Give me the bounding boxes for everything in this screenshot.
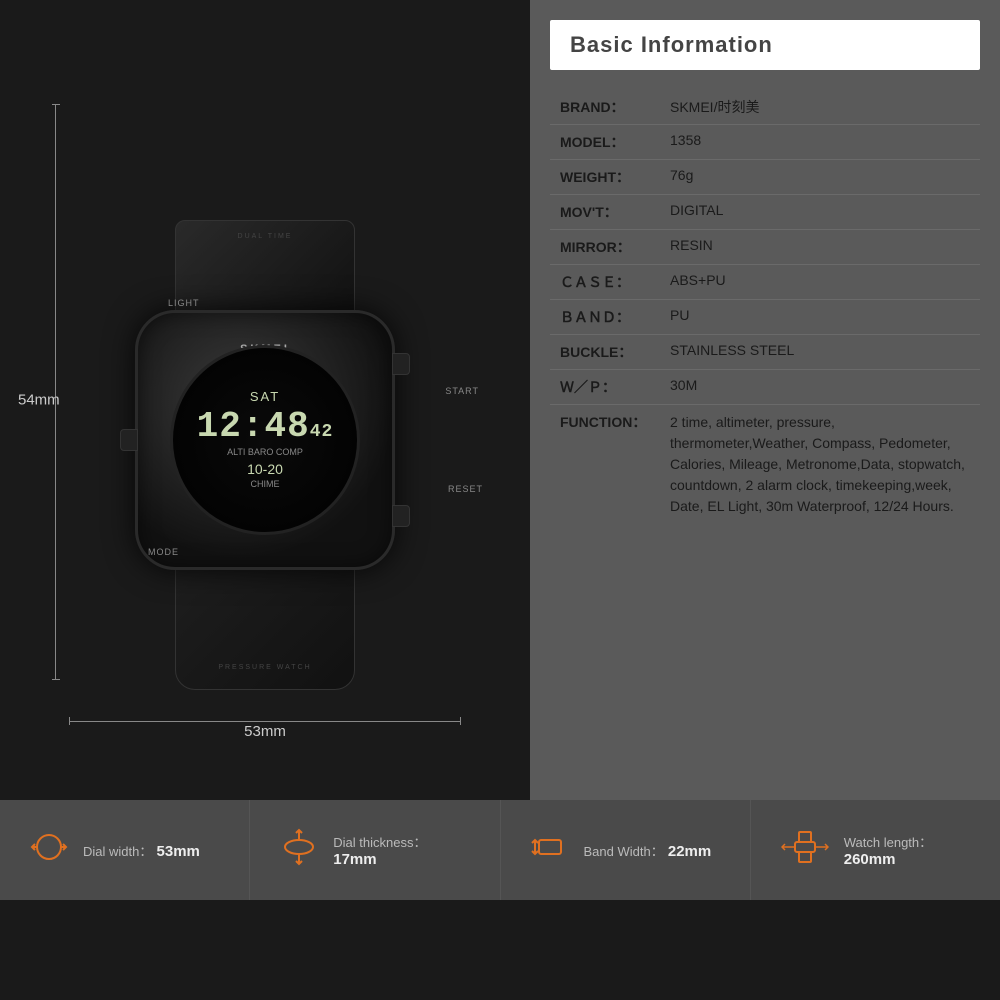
watch-case: SKMEI START RESET LIGHT MODE (135, 310, 395, 570)
watch-face: SAT 12:4842 ALTI BARO COMP 10-20 CHIME (170, 345, 360, 535)
info-value-4: RESIN (670, 237, 970, 253)
main-container: 54mm 53mm DUAL TIME SKMEI (0, 0, 1000, 1000)
spec-band-width-text: Band Width： 22mm (584, 841, 712, 860)
info-value-5: ABS+PU (670, 272, 970, 288)
crown-button-reset: RESET (392, 505, 410, 527)
spec-dial-thickness-text: Dial thickness： 17mm (333, 832, 469, 868)
info-value-2: 76g (670, 167, 970, 183)
start-label: START (445, 386, 479, 396)
specs-row: Dial width： 53mm (0, 800, 1000, 900)
info-value-6: PU (670, 307, 970, 323)
spec-dial-thickness: Dial thickness： 17mm (250, 800, 500, 900)
strap-top-text: DUAL TIME (238, 233, 293, 240)
info-row-8: Ｗ／Ｐ：30M (550, 370, 980, 405)
crown-button-start: START (392, 353, 410, 375)
info-key-1: MODEL： (560, 132, 670, 152)
info-key-6: ＢＡＮＤ： (560, 307, 670, 327)
bottom-section: Dial width： 53mm (0, 800, 1000, 1000)
watch-area: 54mm 53mm DUAL TIME SKMEI (0, 0, 530, 800)
spec-dial-width: Dial width： 53mm (0, 800, 250, 900)
info-row-4: MIRROR：RESIN (550, 230, 980, 265)
info-row-1: MODEL：1358 (550, 125, 980, 160)
watch-body: DUAL TIME SKMEI START RESET LIGHT (115, 220, 415, 600)
watch-chime: CHIME (197, 480, 334, 490)
info-title: Basic Information (570, 32, 960, 58)
mode-label: MODE (148, 547, 179, 557)
info-row-0: BRAND：SKMEI/时刻美 (550, 90, 980, 125)
strap-top: DUAL TIME (175, 220, 355, 320)
info-row-9: FUNCTION：2 time, altimeter, pressure, th… (550, 405, 980, 524)
info-key-9: FUNCTION： (560, 412, 670, 432)
watch-visual: DUAL TIME SKMEI START RESET LIGHT (55, 60, 475, 740)
info-row-2: WEIGHT：76g (550, 160, 980, 195)
info-value-8: 30M (670, 377, 970, 393)
watch-display: SAT 12:4842 ALTI BARO COMP 10-20 CHIME (197, 390, 334, 489)
info-row-7: BUCKLE：STAINLESS STEEL (550, 335, 980, 370)
info-key-5: ＣＡＳＥ： (560, 272, 670, 292)
dial-width-icon (30, 828, 68, 873)
watch-length-icon (781, 828, 829, 873)
height-dimension-label: 54mm (18, 392, 60, 409)
info-key-8: Ｗ／Ｐ： (560, 377, 670, 397)
info-row-5: ＣＡＳＥ：ABS+PU (550, 265, 980, 300)
info-key-4: MIRROR： (560, 237, 670, 257)
spec-dial-width-text: Dial width： 53mm (83, 841, 200, 860)
watch-time: 12:4842 (197, 407, 334, 447)
info-value-0: SKMEI/时刻美 (670, 97, 970, 117)
dial-thickness-icon (280, 828, 318, 873)
info-panel: Basic Information BRAND：SKMEI/时刻美MODEL：1… (530, 0, 1000, 800)
info-rows-container: BRAND：SKMEI/时刻美MODEL：1358WEIGHT：76gMOV'T… (550, 90, 980, 524)
info-value-9: 2 time, altimeter, pressure, thermometer… (670, 412, 970, 517)
info-value-1: 1358 (670, 132, 970, 148)
strap-pressure-text: PRESSURE WATCH (218, 664, 311, 671)
strap-bottom: PRESSURE WATCH (175, 560, 355, 690)
spec-band-width: Band Width： 22mm (501, 800, 751, 900)
watch-sub-labels: ALTI BARO COMP (197, 448, 334, 458)
band-width-icon (531, 828, 569, 873)
reset-label: RESET (448, 484, 483, 494)
info-key-7: BUCKLE： (560, 342, 670, 362)
watch-day: SAT (197, 390, 334, 404)
info-value-3: DIGITAL (670, 202, 970, 218)
spec-watch-length-text: Watch length： 260mm (844, 832, 970, 868)
light-label: LIGHT (168, 298, 200, 308)
info-row-6: ＢＡＮＤ：PU (550, 300, 980, 335)
info-value-7: STAINLESS STEEL (670, 342, 970, 358)
info-title-box: Basic Information (550, 20, 980, 70)
crown-button-left (120, 429, 138, 451)
spec-watch-length: Watch length： 260mm (751, 800, 1000, 900)
info-key-2: WEIGHT： (560, 167, 670, 187)
watch-date: 10-20 (197, 462, 334, 477)
info-row-3: MOV'T：DIGITAL (550, 195, 980, 230)
info-key-3: MOV'T： (560, 202, 670, 222)
top-section: 54mm 53mm DUAL TIME SKMEI (0, 0, 1000, 800)
info-key-0: BRAND： (560, 97, 670, 117)
